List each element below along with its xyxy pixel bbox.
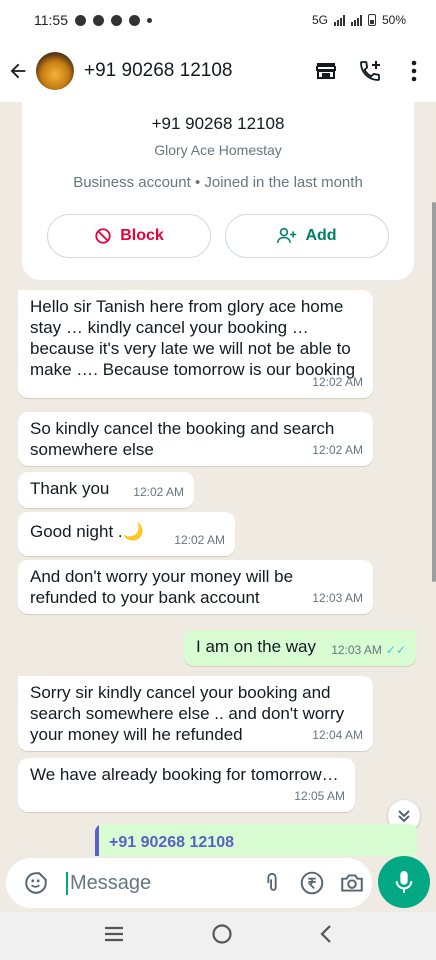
snapchat-notification-icon — [129, 14, 140, 26]
message-incoming[interactable]: Hello sir Tanish here from glory ace hom… — [18, 290, 373, 398]
facebook-notification-icon — [75, 14, 86, 26]
chat-notification-icon — [111, 14, 122, 26]
message-outgoing[interactable]: I am on the way 12:03 AM ✓✓ — [184, 630, 416, 666]
status-time: 11:55 — [34, 12, 68, 28]
recents-icon[interactable] — [103, 925, 125, 948]
block-button[interactable]: Block — [47, 214, 211, 258]
signal-icon — [333, 14, 345, 26]
avatar[interactable] — [36, 52, 74, 90]
add-person-icon — [277, 227, 297, 243]
message-time: 12:03 AM — [312, 591, 363, 605]
message-time: 12:04 AM — [312, 728, 363, 742]
info-business-name: Glory Ace Homestay — [154, 142, 282, 158]
scrollbar[interactable] — [432, 202, 436, 582]
signal-icon — [350, 14, 362, 26]
network-type: 5G — [311, 13, 328, 27]
message-incoming[interactable]: So kindly cancel the booking and search … — [18, 412, 373, 466]
message-incoming[interactable]: We have already booking for tomorrow… 12… — [18, 758, 355, 812]
message-incoming[interactable]: Good night .🌙 12:02 AM — [18, 512, 235, 556]
add-label: Add — [305, 227, 337, 244]
message-incoming[interactable]: Thank you 12:02 AM — [18, 472, 194, 508]
message-time: 12:02 AM — [174, 533, 225, 547]
block-icon — [95, 228, 111, 244]
info-phone: +91 90268 12108 — [151, 114, 285, 133]
battery-percent: 50% — [381, 13, 406, 27]
back-nav-icon[interactable] — [319, 924, 333, 949]
shared-contact-number: +91 90268 12108 — [109, 834, 235, 851]
message-text: I am on the way — [196, 637, 317, 656]
chat-area[interactable]: +91 90268 12108 Glory Ace Homestay Busin… — [0, 102, 436, 856]
store-icon[interactable] — [304, 49, 348, 93]
quote-bar — [95, 824, 99, 856]
message-text: Thank you — [30, 479, 110, 498]
facebook-notification-icon — [93, 14, 104, 26]
back-arrow-icon[interactable] — [0, 51, 36, 91]
message-text: We have already booking for tomorrow… — [30, 765, 339, 784]
read-ticks-icon: ✓✓ — [385, 643, 406, 657]
message-time: 12:05 AM — [294, 789, 345, 803]
status-right: 5G 50% — [312, 13, 406, 27]
message-time: 12:02 AM — [312, 375, 363, 389]
message-text: And don't worry your money will be refun… — [30, 567, 294, 607]
composer: Message — [0, 856, 436, 912]
message-time: 12:03 AM ✓✓ — [331, 640, 406, 661]
business-info-card: +91 90268 12108 Glory Ace Homestay Busin… — [22, 102, 414, 280]
add-contact-button[interactable]: Add — [225, 214, 389, 258]
message-time: 12:02 AM — [133, 485, 184, 499]
message-time-text: 12:03 AM — [331, 643, 382, 657]
status-bar: 11:55 5G 50% — [0, 0, 436, 40]
payment-icon[interactable] — [292, 863, 332, 903]
message-incoming[interactable]: Sorry sir kindly cancel your booking and… — [18, 676, 373, 751]
message-time: 12:02 AM — [312, 443, 363, 457]
message-incoming[interactable]: And don't worry your money will be refun… — [18, 560, 373, 614]
mic-button[interactable] — [378, 856, 430, 908]
attach-icon[interactable] — [252, 863, 292, 903]
add-call-icon[interactable] — [348, 49, 392, 93]
home-icon[interactable] — [211, 923, 233, 950]
status-left: 11:55 — [34, 12, 152, 28]
battery-icon — [367, 14, 376, 26]
block-label: Block — [120, 227, 164, 244]
double-chevron-down-icon — [398, 810, 410, 823]
message-text: Hello sir Tanish here from glory ace hom… — [30, 297, 356, 379]
info-business-status: Business account • Joined in the last mo… — [73, 174, 363, 191]
message-input[interactable]: Message — [66, 871, 252, 895]
mic-icon — [395, 871, 413, 893]
contact-title[interactable]: +91 90268 12108 — [84, 60, 304, 82]
message-text: Good night .🌙 — [30, 522, 144, 541]
message-input-box[interactable]: Message — [6, 858, 372, 908]
more-notifications-icon — [147, 17, 152, 23]
camera-icon[interactable] — [332, 863, 372, 903]
message-text: Sorry sir kindly cancel your booking and… — [30, 683, 345, 744]
sticker-icon[interactable] — [16, 863, 56, 903]
message-text: So kindly cancel the booking and search … — [30, 419, 335, 459]
system-nav-bar — [0, 912, 436, 960]
shared-contact-preview[interactable]: +91 90268 12108 — [95, 824, 417, 856]
more-vert-icon[interactable] — [392, 49, 436, 93]
chat-header: +91 90268 12108 — [0, 40, 436, 102]
